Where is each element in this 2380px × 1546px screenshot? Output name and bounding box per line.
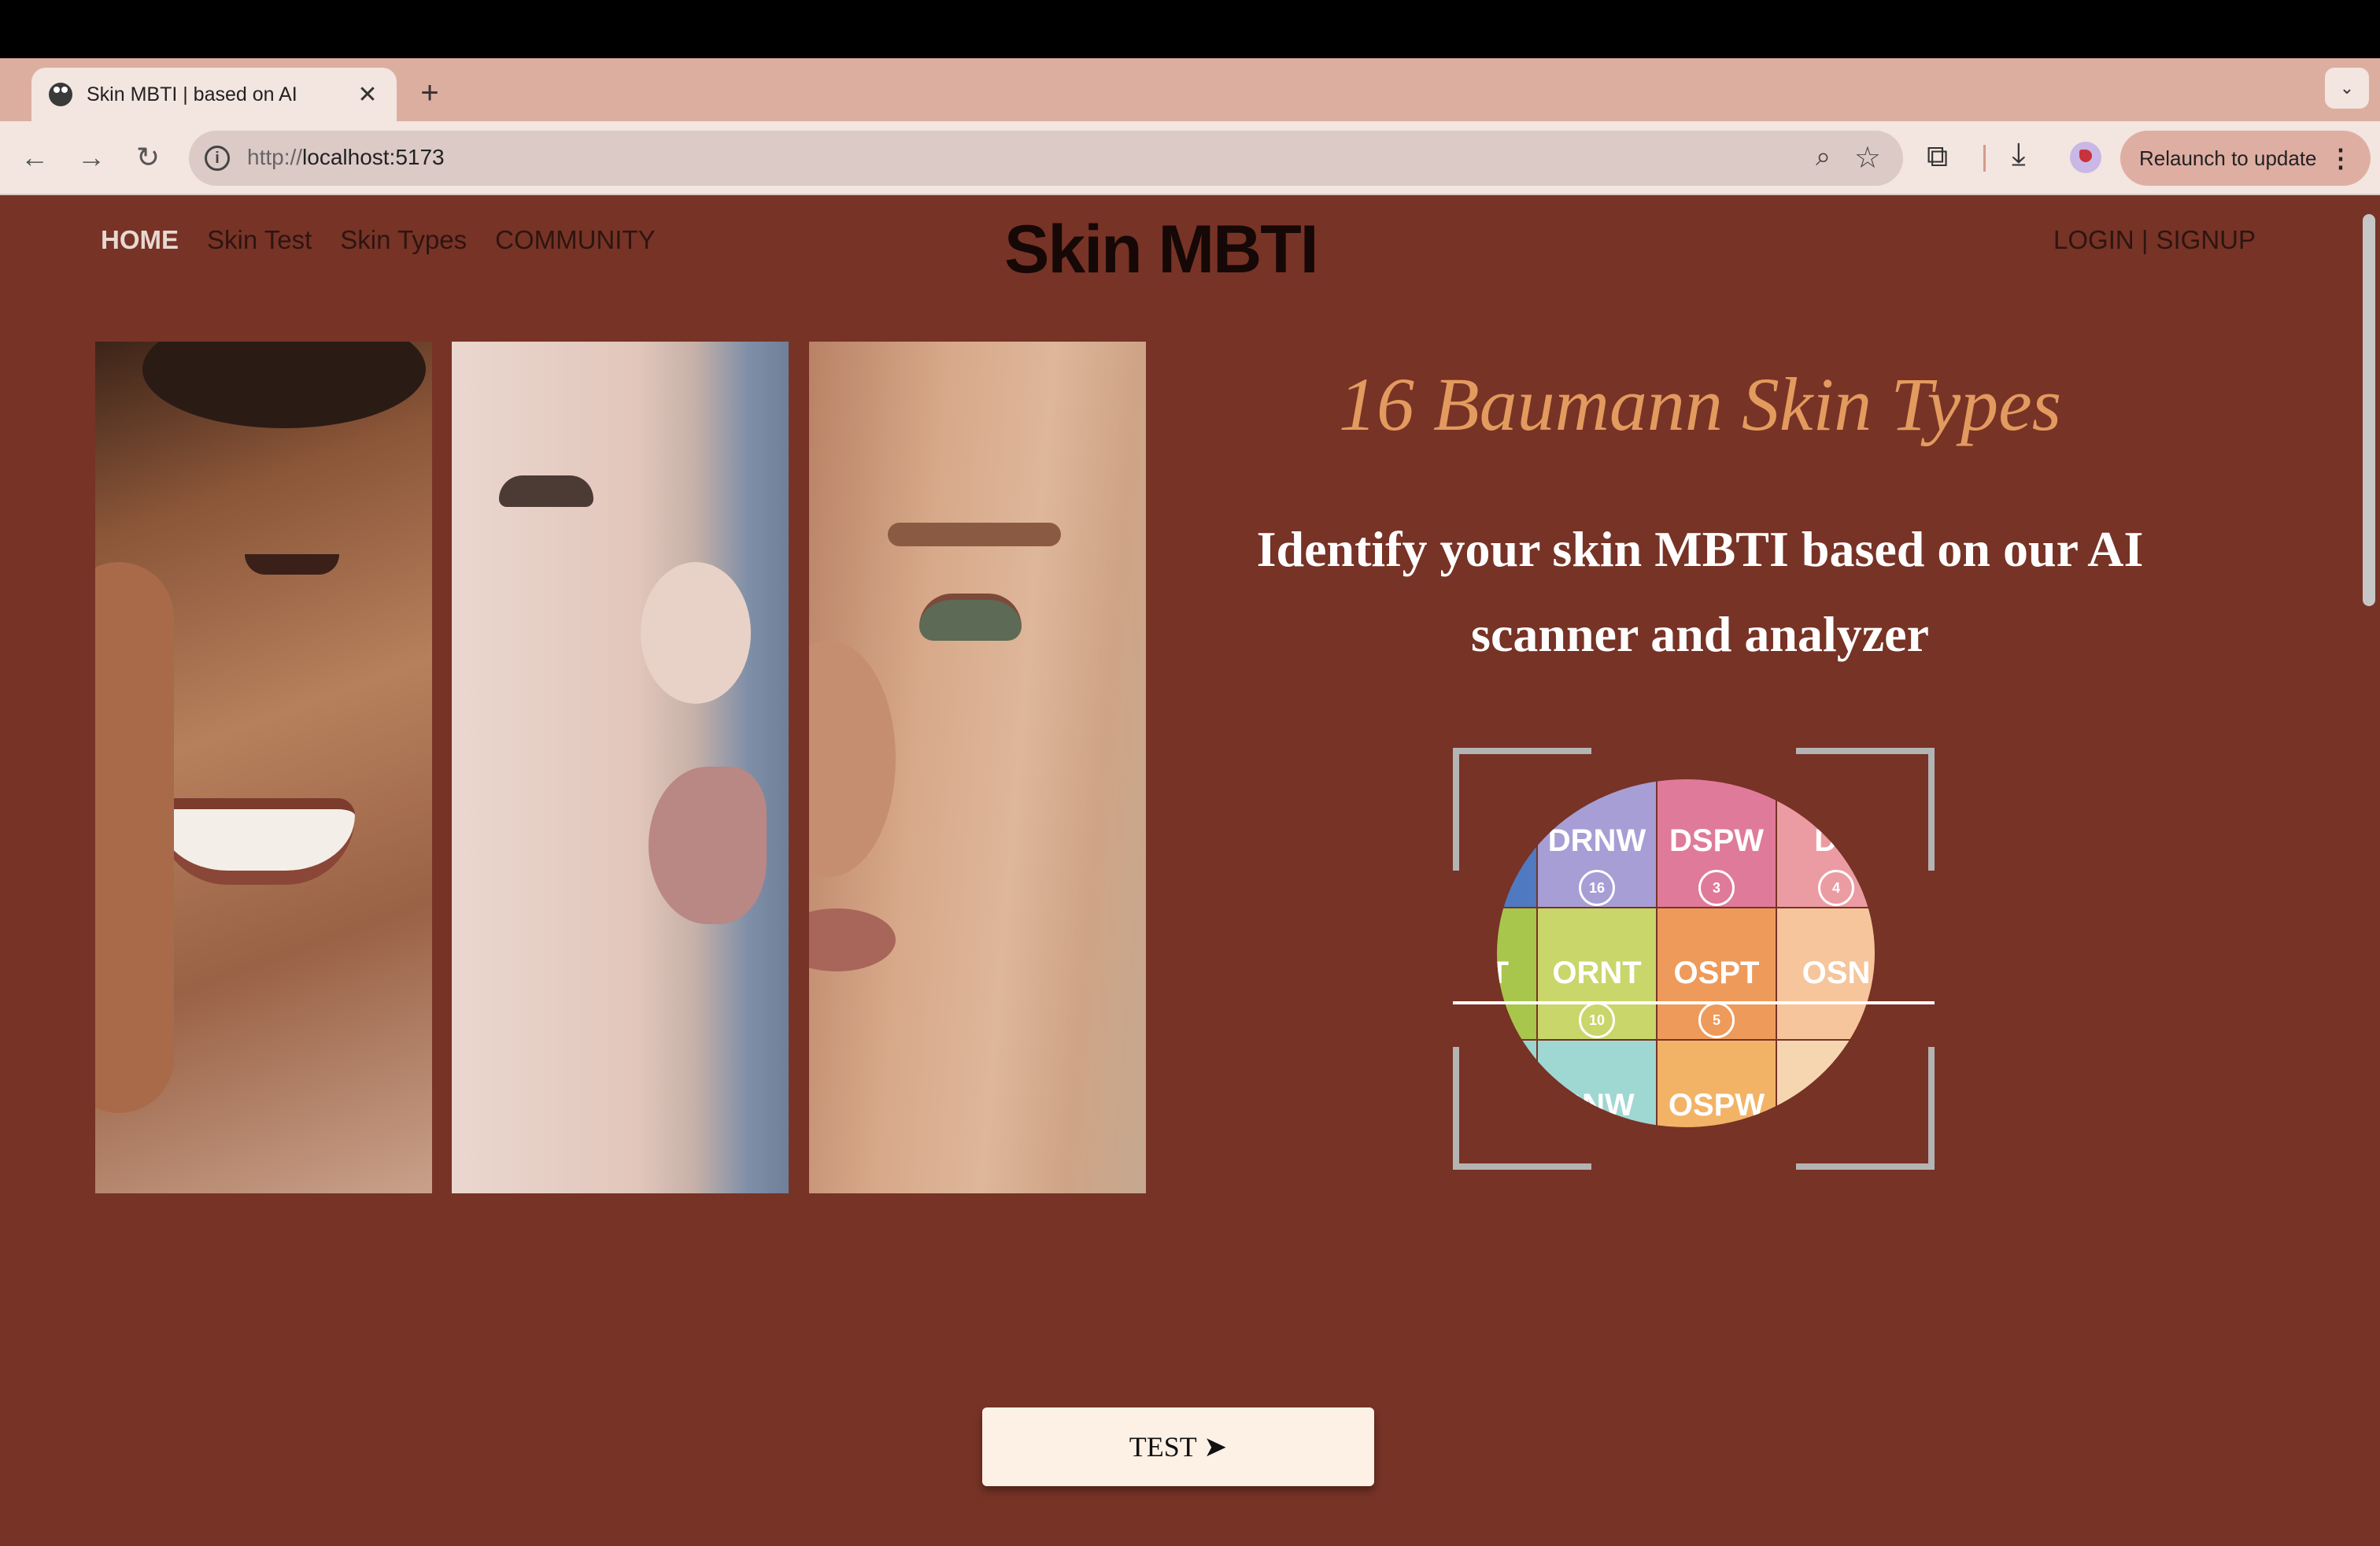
auth-links: LOGIN | SIGNUP bbox=[2053, 225, 2256, 255]
skin-type-code: ORNT bbox=[1552, 956, 1642, 990]
ai-scanner-graphic: W DRNW 16 DSPW 3 DS 4 RPT ORNT 10 OSPT 5 OSN RNW OSPW bbox=[1453, 748, 1935, 1170]
page-content: HOME Skin Test Skin Types COMMUNITY Skin… bbox=[0, 195, 2380, 1546]
forward-arrow-icon[interactable]: → bbox=[72, 139, 110, 176]
skin-type-chart-oval: W DRNW 16 DSPW 3 DS 4 RPT ORNT 10 OSPT 5 OSN RNW OSPW bbox=[1497, 779, 1875, 1127]
favicon-icon bbox=[49, 83, 72, 106]
browser-toolbar: ← → ↻ i http://localhost:5173 ⌕ ☆ ⧉ ⤓ Re… bbox=[0, 121, 2380, 195]
nav-skin-types[interactable]: Skin Types bbox=[340, 225, 467, 255]
signup-link[interactable]: SIGNUP bbox=[2156, 225, 2256, 255]
test-button[interactable]: TEST ➤ bbox=[982, 1407, 1374, 1486]
toolbar-divider bbox=[1983, 145, 1986, 172]
more-menu-icon[interactable]: ⋮ bbox=[2328, 131, 2353, 186]
tab-strip: Skin MBTI | based on AI ✕ + ⌄ bbox=[0, 58, 2380, 121]
skin-type-cell: OSPW bbox=[1658, 1041, 1776, 1127]
skin-type-code: OSPW bbox=[1668, 1088, 1765, 1123]
skin-type-cell: RNW bbox=[1538, 1041, 1656, 1127]
close-icon[interactable]: ✕ bbox=[356, 81, 379, 109]
skin-type-code: OSN bbox=[1802, 956, 1871, 990]
tab-search-chevron-icon[interactable]: ⌄ bbox=[2325, 68, 2369, 109]
nav-home[interactable]: HOME bbox=[101, 225, 179, 255]
skin-type-cell: ORNT 10 bbox=[1538, 908, 1656, 1039]
hero-tagline: 16 Baumann Skin Types bbox=[1338, 362, 2062, 446]
scan-line bbox=[1453, 1001, 1935, 1004]
skin-type-cell: OSPT 5 bbox=[1658, 908, 1776, 1039]
photo-smiling-woman bbox=[95, 342, 432, 1193]
skin-type-code: OSPT bbox=[1673, 956, 1760, 990]
address-bar[interactable]: i http://localhost:5173 ⌕ ☆ bbox=[189, 131, 1903, 186]
scrollbar[interactable] bbox=[2363, 214, 2375, 606]
extensions-puzzle-icon[interactable]: ⧉ bbox=[1927, 140, 1948, 174]
hero-headline: Identify your skin MBTI based on our AI … bbox=[1256, 521, 2144, 662]
reload-icon[interactable]: ↻ bbox=[129, 139, 167, 176]
skin-type-number: 10 bbox=[1579, 1002, 1615, 1038]
os-menu-bar bbox=[0, 0, 2380, 58]
browser-tab[interactable]: Skin MBTI | based on AI ✕ bbox=[31, 68, 397, 121]
skin-type-code: DS bbox=[1814, 823, 1858, 858]
skin-type-cell bbox=[1497, 1041, 1536, 1127]
skin-type-cell: OSN bbox=[1777, 908, 1875, 1039]
skin-type-grid: W DRNW 16 DSPW 3 DS 4 RPT ORNT 10 OSPT 5 OSN RNW OSPW bbox=[1497, 779, 1875, 1127]
skin-type-number: 4 bbox=[1818, 870, 1854, 906]
skin-type-number: 5 bbox=[1698, 1002, 1735, 1038]
bookmark-star-icon[interactable]: ☆ bbox=[1854, 140, 1881, 176]
back-arrow-icon[interactable]: ← bbox=[16, 139, 54, 176]
profile-avatar[interactable] bbox=[2070, 142, 2101, 173]
brand-logo[interactable]: Skin MBTI bbox=[1004, 211, 1319, 289]
skin-type-code: DRNW bbox=[1547, 823, 1646, 858]
skin-type-cell: DSPW 3 bbox=[1658, 779, 1776, 907]
skin-type-code: RPT bbox=[1497, 956, 1509, 990]
photo-man-closeup bbox=[809, 342, 1146, 1193]
skin-type-cell: RPT bbox=[1497, 908, 1536, 1039]
nav-community[interactable]: COMMUNITY bbox=[495, 225, 655, 255]
login-link[interactable]: LOGIN | bbox=[2053, 225, 2148, 255]
relaunch-label: Relaunch to update bbox=[2139, 146, 2317, 170]
relaunch-button[interactable]: Relaunch to update ⋮ bbox=[2120, 131, 2371, 186]
zoom-icon[interactable]: ⌕ bbox=[1816, 142, 1831, 172]
new-tab-button[interactable]: + bbox=[412, 76, 447, 110]
info-icon[interactable]: i bbox=[205, 146, 230, 171]
skin-type-cell bbox=[1777, 1041, 1875, 1127]
photo-woman-profile bbox=[452, 342, 789, 1193]
skin-type-cell: DRNW 16 bbox=[1538, 779, 1656, 907]
skin-type-cell: W bbox=[1497, 779, 1536, 907]
main-nav: HOME Skin Test Skin Types COMMUNITY bbox=[101, 225, 656, 255]
download-icon[interactable]: ⤓ bbox=[2012, 137, 2026, 172]
skin-type-number: 3 bbox=[1698, 870, 1735, 906]
url-text[interactable]: http://localhost:5173 bbox=[247, 145, 445, 170]
nav-skin-test[interactable]: Skin Test bbox=[207, 225, 312, 255]
skin-type-number: 16 bbox=[1579, 870, 1615, 906]
skin-type-code: RNW bbox=[1559, 1088, 1635, 1123]
skin-type-cell: DS 4 bbox=[1777, 779, 1875, 907]
tab-title: Skin MBTI | based on AI bbox=[87, 83, 298, 105]
skin-type-code: DSPW bbox=[1669, 823, 1764, 858]
